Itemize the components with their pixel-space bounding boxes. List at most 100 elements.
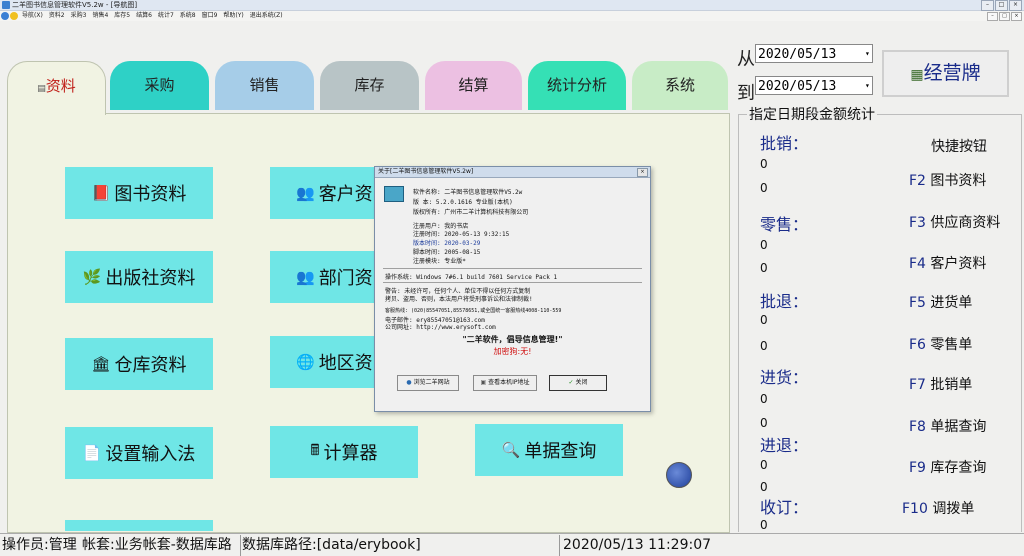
stat-value: 0 — [760, 392, 768, 406]
mdi-restore-button[interactable]: □ — [999, 12, 1010, 21]
tab-data[interactable]: ▤资料 — [7, 61, 106, 115]
tab-system[interactable]: 系统 — [632, 61, 728, 110]
about-line: 注册模块: 专业版* — [413, 258, 466, 265]
document-icon: 📄 — [82, 444, 102, 462]
shortcut-customer-data[interactable]: F4 客户资料 — [909, 253, 986, 273]
partial-button[interactable] — [65, 520, 213, 531]
warehouse-data-button[interactable]: 🏛 仓库资料 — [65, 338, 213, 390]
tab-purchase[interactable]: 采购 — [110, 61, 209, 110]
about-slogan: "二羊软件，倡导信息管理!" — [462, 335, 563, 344]
tab-settle[interactable]: 结算 — [425, 61, 522, 110]
shortcuts-title: 快捷按钮 — [931, 139, 987, 155]
view-ip-button[interactable]: ▣ 查看本机IP地址 — [473, 375, 537, 391]
status-db-path: 数据库路径:[data/erybook] — [242, 537, 421, 553]
shortcut-transfer-bill[interactable]: F10 调拨单 — [902, 498, 974, 518]
stat-value: 0 — [760, 313, 768, 327]
shortcut-stock-query[interactable]: F9 库存查询 — [909, 457, 986, 477]
menu-item-stock[interactable]: 库存5 — [114, 11, 130, 21]
minimize-button[interactable]: – — [981, 0, 994, 11]
menu-item-sales[interactable]: 销售4 — [92, 11, 108, 21]
shortcut-supplier-data[interactable]: F3 供应商资料 — [909, 212, 1000, 232]
about-line: 脚本时间: 2005-08-15 — [413, 249, 481, 256]
from-label: 从 — [737, 49, 755, 70]
stat-value: 0 — [760, 480, 768, 494]
stat-value: 0 — [760, 458, 768, 472]
people-icon: 👥 — [296, 268, 315, 286]
shortcut-book-data[interactable]: F2 图书资料 — [909, 170, 986, 190]
status-datetime: 2020/05/13 11:29:07 — [563, 537, 712, 553]
close-window-button[interactable]: × — [1009, 0, 1022, 11]
tab-sales[interactable]: 销售 — [215, 61, 314, 110]
status-separator — [240, 535, 241, 556]
calculator-button[interactable]: 🖩 计算器 — [270, 426, 418, 478]
menu-item-navigate[interactable]: 导航(X) — [22, 11, 43, 21]
smiley-icon[interactable] — [10, 12, 18, 20]
to-label: 到 — [737, 83, 755, 104]
menu-item-window[interactable]: 窗口9 — [202, 11, 218, 21]
status-bar: 操作员:管理 帐套:业务帐套-数据库路 数据库路径:[data/erybook]… — [0, 533, 1024, 556]
app-icon — [2, 1, 10, 9]
globe-icon: 🌐 — [296, 353, 315, 371]
about-dialog-title: 关于[二羊图书信息管理软件V5.2w] × — [375, 167, 650, 178]
globe-icon: ● — [406, 379, 412, 386]
dialog-divider — [383, 268, 642, 269]
shortcut-wholesale-bill[interactable]: F7 批销单 — [909, 374, 972, 394]
menu-item-system[interactable]: 系统8 — [180, 11, 196, 21]
tab-stock[interactable]: 库存 — [320, 61, 419, 110]
window-titlebar: 二羊图书信息管理软件V5.2w - [导航图] – □ × — [0, 0, 1024, 11]
bill-query-button[interactable]: 🔍 单据查询 — [475, 424, 623, 476]
stat-category-purchase-return: 进退： — [760, 436, 809, 455]
to-date-picker[interactable]: 2020/05/13 ▾ — [755, 76, 873, 95]
maximize-button[interactable]: □ — [995, 0, 1008, 11]
about-line: 注册时间: 2020-05-13 9:32:15 — [413, 231, 510, 238]
publisher-data-button[interactable]: 🌿 出版社资料 — [65, 251, 213, 303]
menu-item-help[interactable]: 帮助(Y) — [223, 11, 243, 21]
about-line: 操作系统: Windows 7#6.1 build 7601 Service P… — [385, 274, 558, 281]
board-icon: ▦ — [910, 67, 924, 83]
about-line: 软件名称: 二羊图书信息管理软件V5.2w — [413, 189, 523, 196]
about-line: 拷贝、盗用、否则，本法用户将受刑事诉讼和法律制裁! — [385, 296, 533, 303]
computer-icon: ▣ — [480, 379, 487, 386]
mdi-minimize-button[interactable]: – — [987, 12, 998, 21]
customer-data-button[interactable]: 👥 客户资 — [270, 167, 375, 219]
app-menu-icon[interactable] — [1, 12, 9, 20]
ball-icon[interactable] — [666, 462, 692, 488]
leaf-icon: 🌿 — [82, 268, 102, 286]
stat-value: 0 — [760, 238, 768, 252]
business-board-button[interactable]: ▦经营牌 — [882, 50, 1009, 97]
dropdown-arrow-icon[interactable]: ▾ — [865, 47, 871, 61]
stat-category-wholesale: 批销： — [760, 134, 809, 153]
about-line: 版 本: 5.2.0.1616 专业版(本机) — [413, 199, 513, 206]
book-data-button[interactable]: 📕 图书资料 — [65, 167, 213, 219]
menu-item-stats[interactable]: 统计7 — [158, 11, 174, 21]
shortcut-retail-bill[interactable]: F6 零售单 — [909, 334, 972, 354]
mdi-close-button[interactable]: × — [1011, 12, 1022, 21]
about-close-button[interactable]: ✓ 关闭 — [549, 375, 607, 391]
region-data-button[interactable]: 🌐 地区资 — [270, 336, 375, 388]
status-account: 帐套:业务帐套-数据库路 — [82, 537, 232, 553]
menu-item-data[interactable]: 资料2 — [49, 11, 65, 21]
stat-category-wholesale-return: 批退： — [760, 292, 809, 311]
menu-item-settle[interactable]: 结算6 — [136, 11, 152, 21]
search-icon: 🔍 — [501, 441, 521, 459]
menu-item-purchase[interactable]: 采购3 — [71, 11, 87, 21]
shortcut-purchase-bill[interactable]: F5 进货单 — [909, 292, 972, 312]
visit-website-button[interactable]: ● 浏览二羊网站 — [397, 375, 459, 391]
page-icon: ▤ — [37, 84, 46, 94]
menu-item-exit[interactable]: 退出系统(Z) — [250, 11, 283, 21]
about-dialog: 关于[二羊图书信息管理软件V5.2w] × 软件名称: 二羊图书信息管理软件V5… — [374, 166, 651, 412]
input-method-button[interactable]: 📄 设置输入法 — [65, 427, 213, 479]
dialog-close-icon[interactable]: × — [637, 168, 648, 177]
about-line: 公司网址: http://www.erysoft.com — [385, 324, 496, 331]
dongle-status: 加密狗:无! — [493, 347, 532, 356]
about-line: 版权所有: 广州市二羊计算机科技有限公司 — [413, 209, 529, 216]
from-date-picker[interactable]: 2020/05/13 ▾ — [755, 44, 873, 63]
department-data-button[interactable]: 👥 部门资 — [270, 251, 375, 303]
tab-statistics[interactable]: 统计分析 — [528, 61, 626, 110]
stat-value: 0 — [760, 518, 768, 532]
dropdown-arrow-icon[interactable]: ▾ — [865, 79, 871, 93]
shortcut-bill-query[interactable]: F8 单据查询 — [909, 416, 986, 436]
people-icon: 👥 — [296, 184, 315, 202]
dialog-divider — [383, 282, 642, 283]
stats-title: 指定日期段金额统计 — [747, 104, 877, 124]
